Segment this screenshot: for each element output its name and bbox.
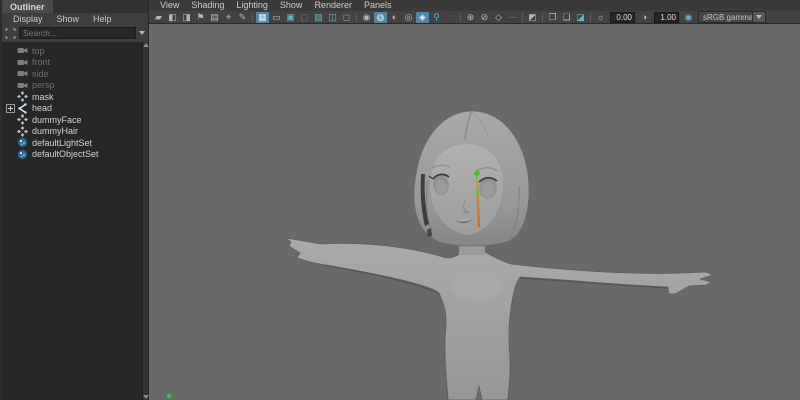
outliner-item-persp[interactable]: persp — [2, 80, 142, 92]
outliner-item-top[interactable]: top — [2, 45, 142, 57]
outliner-body: top front side — [2, 42, 148, 400]
textured-lights-icon[interactable]: ◈ — [416, 12, 429, 23]
camera-icon — [17, 45, 28, 56]
light-stand-icon[interactable]: ⚲ — [430, 12, 443, 23]
xray-icon[interactable]: ▧ — [312, 12, 325, 23]
exposure-icon[interactable]: ☼ — [594, 12, 607, 23]
outliner-panel: Outliner Display Show Help Search... — [0, 0, 149, 400]
joint-icon — [17, 103, 28, 114]
snap-curve-icon[interactable]: ⊘ — [478, 12, 491, 23]
select-highlight-icon[interactable]: ◩ — [526, 12, 539, 23]
outliner-titlebar: Outliner — [2, 0, 148, 13]
lock-camera-icon[interactable]: ◧ — [166, 12, 179, 23]
snap-grid-icon[interactable]: ⊕ — [464, 12, 477, 23]
smooth-shade-icon[interactable]: ▭ — [270, 12, 283, 23]
menu-view[interactable]: View — [154, 0, 185, 11]
search-input[interactable]: Search... — [19, 27, 136, 39]
default-light-icon[interactable]: ◍ — [374, 12, 387, 23]
dropdown-caret-icon[interactable] — [752, 12, 765, 22]
outliner-menu-show[interactable]: Show — [50, 13, 87, 26]
all-lights-icon[interactable]: ◉ — [360, 12, 373, 23]
locator-icon — [17, 91, 28, 102]
wireframe-icon[interactable]: ▦ — [256, 12, 269, 23]
default-material-icon[interactable]: ▢ — [298, 12, 311, 23]
occlusion-icon[interactable]: ◎ — [402, 12, 415, 23]
bookmark-icon[interactable]: ⚑ — [194, 12, 207, 23]
outliner-item-side[interactable]: side — [2, 68, 142, 80]
viewport-menubar: View Shading Lighting Show Renderer Pane… — [149, 0, 800, 11]
gamma-icon[interactable]: ◑ — [638, 12, 651, 23]
menu-lighting[interactable]: Lighting — [230, 0, 274, 11]
menu-renderer[interactable]: Renderer — [308, 0, 358, 11]
locator-icon — [17, 114, 28, 125]
motion-blur-icon[interactable]: ◌ — [444, 12, 457, 23]
outliner-menu-display[interactable]: Display — [6, 13, 50, 26]
menu-panels[interactable]: Panels — [358, 0, 398, 11]
viewport-snapshot-icon[interactable]: ◪ — [574, 12, 587, 23]
locator-icon — [17, 126, 28, 137]
menu-shading[interactable]: Shading — [185, 0, 230, 11]
xray-joints-icon[interactable]: ◫ — [326, 12, 339, 23]
search-options-caret-icon[interactable] — [139, 31, 145, 35]
gamma-field[interactable]: 1.00 — [654, 12, 679, 23]
color-space-dropdown[interactable]: sRGB gamma — [698, 11, 766, 23]
color-management-icon[interactable]: ◉ — [682, 12, 695, 23]
grease-pencil-icon[interactable]: ✎ — [236, 12, 249, 23]
textured-icon[interactable]: ▣ — [284, 12, 297, 23]
outliner-scrollbar[interactable] — [142, 42, 148, 400]
viewport-panel: View Shading Lighting Show Renderer Pane… — [149, 0, 800, 400]
set-icon — [17, 137, 28, 148]
expand-toggle-icon[interactable] — [6, 104, 15, 113]
outliner-item-defaultLightSet[interactable]: defaultLightSet — [2, 137, 142, 149]
image-plane-icon[interactable]: ▤ — [208, 12, 221, 23]
camera-attributes-icon[interactable]: ◨ — [180, 12, 193, 23]
outliner-search-row: Search... — [2, 26, 148, 42]
camera-icon — [17, 80, 28, 91]
outliner-item-defaultObjectSet[interactable]: defaultObjectSet — [2, 149, 142, 161]
isolate-select-icon[interactable]: ◻ — [340, 12, 353, 23]
outliner-item-dummyHair[interactable]: dummyHair — [2, 126, 142, 138]
paste-buffer-icon[interactable]: ❏ — [560, 12, 573, 23]
outliner-item-front[interactable]: front — [2, 57, 142, 69]
scroll-down-icon[interactable] — [143, 395, 149, 399]
outliner-menubar: Display Show Help — [2, 13, 148, 26]
set-icon — [17, 149, 28, 160]
select-camera-icon[interactable]: ▰ — [152, 12, 165, 23]
scene-3d[interactable] — [149, 24, 800, 400]
copy-buffer-icon[interactable]: ❐ — [546, 12, 559, 23]
character-body[interactable] — [286, 238, 713, 400]
outliner-tab[interactable]: Outliner — [2, 0, 53, 13]
outliner-item-head[interactable]: head — [2, 103, 142, 115]
menu-show[interactable]: Show — [274, 0, 309, 11]
outliner-item-dummyFace[interactable]: dummyFace — [2, 114, 142, 126]
axis-gnomon-y-icon — [167, 394, 171, 398]
filter-icon[interactable] — [5, 28, 16, 39]
outliner-list: top front side — [2, 42, 142, 400]
snap-point-icon[interactable]: ◇ — [492, 12, 505, 23]
camera-icon — [17, 68, 28, 79]
viewport-canvas[interactable] — [149, 24, 800, 400]
outliner-item-mask[interactable]: mask — [2, 91, 142, 103]
viewport-toolbar: ▰ ◧ ◨ ⚑ ▤ ⌖ ✎ ▦ ▭ ▣ ▢ ▧ ◫ ◻ ◉ ◍ ◐ ◎ ◈ ⚲ … — [149, 11, 800, 24]
shadows-icon[interactable]: ◐ — [388, 12, 401, 23]
exposure-field[interactable]: 0.00 — [610, 12, 635, 23]
scroll-up-icon[interactable] — [143, 43, 149, 47]
outliner-menu-help[interactable]: Help — [86, 13, 119, 26]
camera-icon — [17, 57, 28, 68]
pan-zoom-icon[interactable]: ⌖ — [222, 12, 235, 23]
snap-plane-icon[interactable]: ─ — [506, 12, 519, 23]
joint-mid-marker — [476, 189, 478, 195]
maya-window: Outliner Display Show Help Search... — [0, 0, 800, 400]
